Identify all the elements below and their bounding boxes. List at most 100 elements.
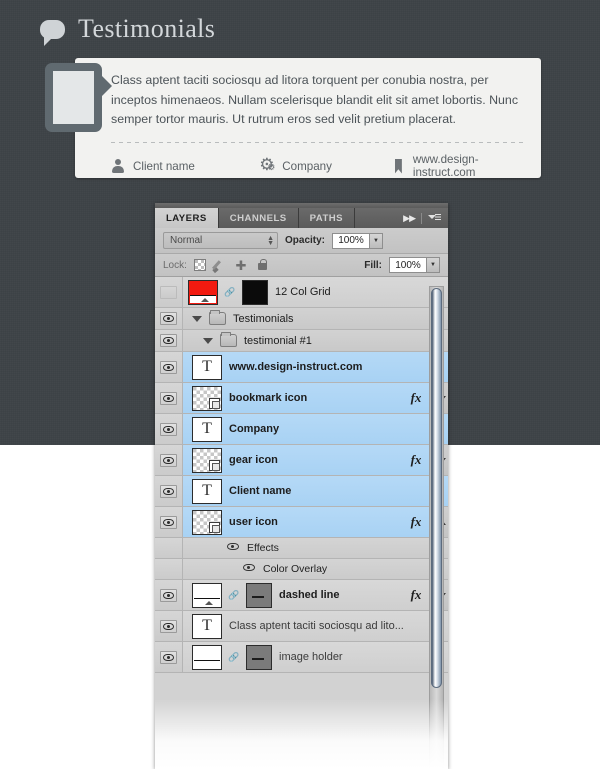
layer-body[interactable]: T Company: [183, 414, 448, 444]
opacity-value[interactable]: 100%: [332, 232, 371, 249]
brush-lock-icon[interactable]: [213, 259, 227, 272]
layer-body[interactable]: T Client name: [183, 476, 448, 506]
table-row[interactable]: testimonial #1: [155, 330, 448, 352]
visibility-toggle[interactable]: [155, 352, 183, 382]
visibility-toggle[interactable]: [155, 580, 183, 610]
opacity-control[interactable]: 100% ▼: [332, 232, 384, 249]
layer-thumbnail[interactable]: T: [192, 416, 222, 442]
layer-mask-thumbnail[interactable]: [246, 644, 272, 670]
layer-thumbnail[interactable]: T: [192, 613, 222, 639]
eye-icon[interactable]: [160, 360, 177, 374]
table-row[interactable]: Testimonials: [155, 308, 448, 330]
table-row[interactable]: T Company: [155, 414, 448, 445]
table-row[interactable]: gear icon fx: [155, 445, 448, 476]
layer-body[interactable]: image holder: [183, 642, 448, 672]
layer-body[interactable]: 12 Col Grid: [183, 277, 422, 307]
visibility-toggle[interactable]: [155, 642, 183, 672]
visibility-toggle[interactable]: [155, 611, 183, 641]
layer-name[interactable]: bookmark icon: [229, 392, 307, 404]
table-row[interactable]: T Class aptent taciti sociosqu ad lito..…: [155, 611, 448, 642]
effects-header-row[interactable]: Effects: [155, 538, 448, 559]
effect-body[interactable]: Color Overlay: [183, 559, 448, 579]
layer-thumbnail[interactable]: [192, 385, 222, 411]
effect-row[interactable]: Color Overlay: [155, 559, 448, 580]
blend-mode-select[interactable]: Normal ▲ ▼: [163, 232, 278, 249]
layer-mask-thumbnail[interactable]: [246, 582, 272, 608]
table-row[interactable]: image holder: [155, 642, 448, 673]
eye-icon[interactable]: [160, 334, 177, 347]
eye-icon[interactable]: [160, 312, 177, 325]
eye-icon[interactable]: [160, 453, 177, 467]
layer-name[interactable]: Testimonials: [233, 313, 294, 325]
layer-name[interactable]: Company: [229, 423, 279, 435]
visibility-toggle[interactable]: [155, 445, 183, 475]
layer-thumbnail[interactable]: T: [192, 478, 222, 504]
tab-channels[interactable]: CHANNELS: [218, 208, 299, 228]
eye-icon[interactable]: [160, 422, 177, 436]
scrollbar-thumb[interactable]: [431, 288, 442, 688]
fill-dropdown-icon[interactable]: ▼: [427, 257, 440, 273]
layer-thumbnail[interactable]: [188, 279, 218, 305]
layer-name[interactable]: user icon: [229, 516, 278, 528]
opacity-dropdown-icon[interactable]: ▼: [370, 232, 384, 249]
tab-layers[interactable]: LAYERS: [155, 208, 219, 228]
layer-name[interactable]: image holder: [279, 651, 343, 663]
panel-menu-icon[interactable]: [428, 213, 441, 223]
eye-icon[interactable]: [160, 515, 177, 529]
link-icon[interactable]: [229, 647, 239, 667]
move-lock-icon[interactable]: ✚: [234, 259, 248, 272]
table-row[interactable]: 12 Col Grid: [155, 277, 448, 308]
disclosure-triangle-icon[interactable]: [192, 315, 202, 322]
layer-name[interactable]: gear icon: [229, 454, 278, 466]
layer-body[interactable]: T Class aptent taciti sociosqu ad lito..…: [183, 611, 448, 641]
layer-body[interactable]: T www.design-instruct.com: [183, 352, 448, 382]
layer-body[interactable]: bookmark icon: [183, 383, 398, 413]
eye-icon[interactable]: [160, 619, 177, 633]
layer-body[interactable]: testimonial #1: [183, 330, 448, 351]
layer-body[interactable]: dashed line: [183, 580, 398, 610]
table-row[interactable]: T www.design-instruct.com: [155, 352, 448, 383]
layer-thumbnail[interactable]: [192, 447, 222, 473]
link-icon[interactable]: [225, 282, 235, 302]
layer-body[interactable]: gear icon: [183, 445, 398, 475]
eye-icon[interactable]: [160, 285, 177, 299]
layer-name[interactable]: Class aptent taciti sociosqu ad lito...: [229, 620, 404, 632]
visibility-toggle[interactable]: [155, 277, 183, 307]
eye-icon[interactable]: [160, 588, 177, 602]
link-icon[interactable]: [229, 585, 239, 605]
layer-name[interactable]: dashed line: [279, 589, 340, 601]
table-row[interactable]: T Client name: [155, 476, 448, 507]
layer-body[interactable]: Testimonials: [183, 308, 448, 329]
fill-value[interactable]: 100%: [389, 257, 427, 273]
layer-name[interactable]: 12 Col Grid: [275, 286, 331, 298]
layer-thumbnail[interactable]: [192, 509, 222, 535]
eye-icon[interactable]: [243, 564, 256, 574]
visibility-toggle[interactable]: [155, 414, 183, 444]
layer-name[interactable]: Client name: [229, 485, 291, 497]
effects-body[interactable]: Effects: [183, 538, 448, 558]
tab-paths[interactable]: PATHS: [298, 208, 355, 228]
layer-mask-thumbnail[interactable]: [242, 279, 268, 305]
layer-name[interactable]: www.design-instruct.com: [229, 361, 362, 373]
layer-thumbnail[interactable]: [192, 582, 222, 608]
vertical-scrollbar[interactable]: [429, 286, 444, 769]
visibility-toggle[interactable]: [155, 330, 183, 351]
eye-icon[interactable]: [227, 543, 240, 553]
all-lock-icon[interactable]: [255, 258, 269, 272]
layer-thumbnail[interactable]: [192, 644, 222, 670]
eye-icon[interactable]: [160, 650, 177, 664]
meta-website[interactable]: www.design-instruct.com: [391, 153, 531, 179]
fill-control[interactable]: 100% ▼: [389, 257, 440, 273]
table-row[interactable]: user icon fx: [155, 507, 448, 538]
visibility-toggle[interactable]: [155, 308, 183, 329]
eye-icon[interactable]: [160, 484, 177, 498]
layer-thumbnail[interactable]: T: [192, 354, 222, 380]
transparency-lock-icon[interactable]: [193, 259, 206, 271]
eye-icon[interactable]: [160, 391, 177, 405]
visibility-toggle[interactable]: [155, 507, 183, 537]
visibility-toggle[interactable]: [155, 383, 183, 413]
disclosure-triangle-icon[interactable]: [203, 337, 213, 344]
double-arrow-right-icon[interactable]: ▶▶: [403, 213, 416, 224]
visibility-toggle[interactable]: [155, 476, 183, 506]
table-row[interactable]: bookmark icon fx: [155, 383, 448, 414]
